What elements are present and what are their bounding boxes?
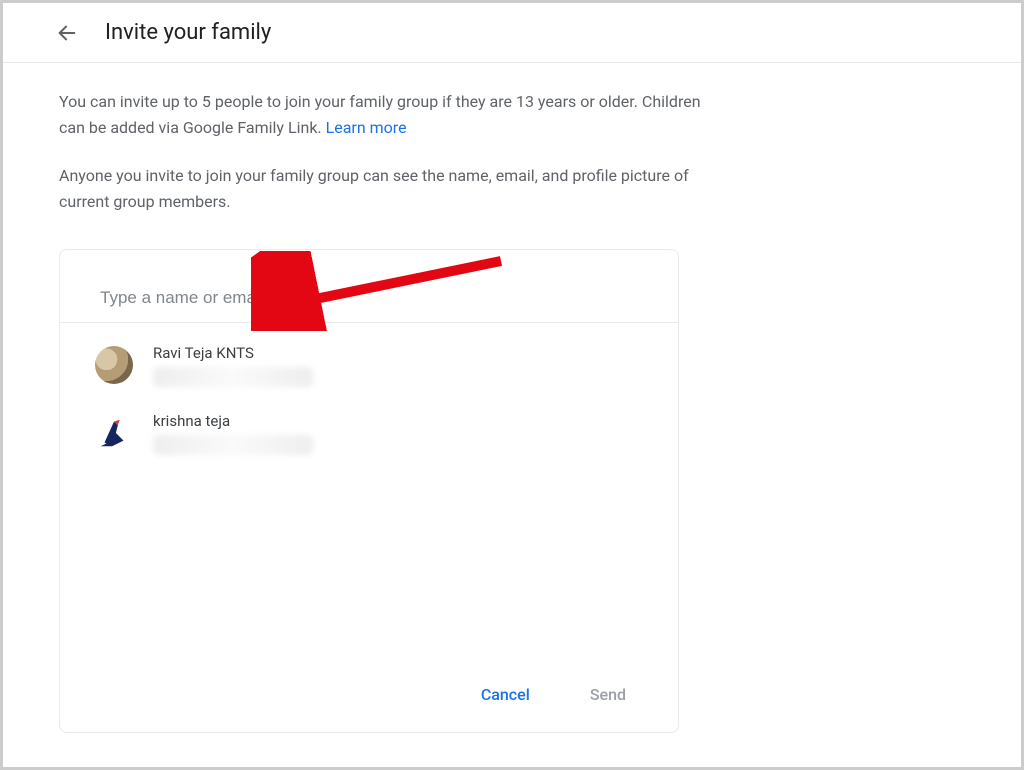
- suggestion-name: Ravi Teja KNTS: [153, 343, 313, 363]
- invite-card: Ravi Teja KNTS krishna teja: [59, 249, 679, 733]
- top-bar: Invite your family: [3, 3, 1021, 63]
- content-area: You can invite up to 5 people to join yo…: [3, 63, 763, 733]
- page-title: Invite your family: [105, 20, 271, 45]
- suggestion-text: krishna teja: [153, 411, 313, 455]
- card-actions: Cancel Send: [60, 663, 678, 732]
- send-button: Send: [584, 681, 632, 708]
- avatar: [95, 346, 133, 384]
- description-secondary: Anyone you invite to join your family gr…: [59, 163, 719, 215]
- learn-more-link[interactable]: Learn more: [326, 118, 407, 137]
- app-frame: Invite your family You can invite up to …: [0, 0, 1024, 770]
- name-or-email-input[interactable]: [100, 288, 638, 308]
- spacer: [60, 467, 678, 663]
- suggestion-item[interactable]: krishna teja: [95, 399, 678, 467]
- input-area: [60, 250, 678, 323]
- back-arrow-icon[interactable]: [55, 21, 79, 45]
- suggestion-email-redacted: [153, 435, 313, 455]
- suggestion-item[interactable]: Ravi Teja KNTS: [95, 331, 678, 399]
- cancel-button[interactable]: Cancel: [475, 681, 536, 708]
- suggestion-email-redacted: [153, 367, 313, 387]
- avatar: [95, 414, 133, 452]
- suggestion-name: krishna teja: [153, 411, 313, 431]
- description-primary: You can invite up to 5 people to join yo…: [59, 89, 719, 141]
- suggestions-list: Ravi Teja KNTS krishna teja: [60, 323, 678, 467]
- suggestion-text: Ravi Teja KNTS: [153, 343, 313, 387]
